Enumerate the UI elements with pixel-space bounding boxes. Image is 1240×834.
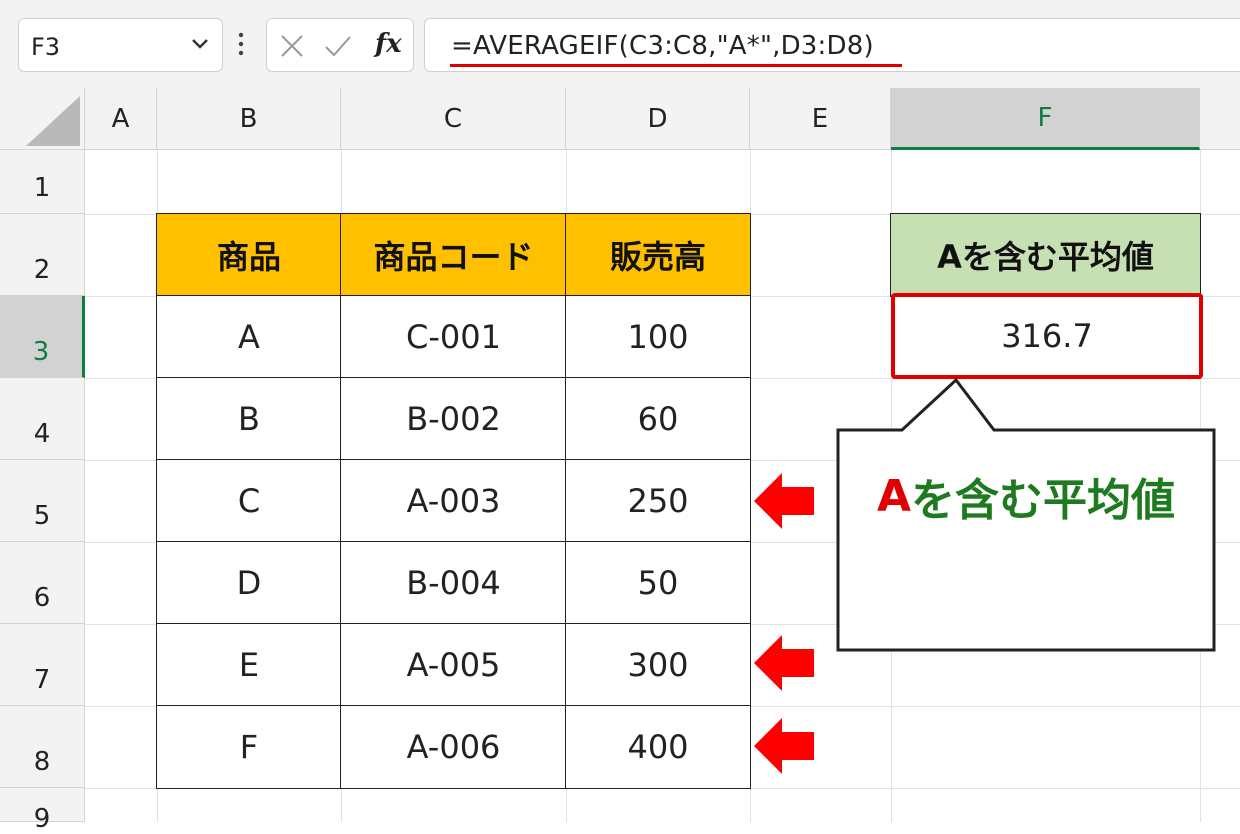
table-cell[interactable]: B-004 (340, 541, 567, 625)
left-arrow-icon (754, 718, 814, 774)
table-cell[interactable]: A-006 (340, 705, 567, 789)
callout-text: A を含む平均値 (838, 430, 1214, 562)
callout-text-rest: を含む平均値 (911, 475, 1176, 526)
row-header-1[interactable]: 1 (0, 150, 85, 214)
table-cell[interactable]: 250 (565, 459, 751, 543)
formula-highlight-underline (450, 64, 902, 67)
left-arrow-icon (754, 473, 814, 529)
table-cell[interactable]: D (156, 541, 342, 625)
table-cell[interactable]: 100 (565, 295, 751, 379)
table-cell[interactable]: F (156, 705, 342, 789)
column-header-g[interactable] (1200, 88, 1240, 150)
table-cell[interactable]: 50 (565, 541, 751, 625)
table-cell[interactable]: B (156, 377, 342, 461)
enter-check-icon[interactable] (323, 33, 353, 59)
table-cell[interactable]: 400 (565, 705, 751, 789)
row-header-4[interactable]: 4 (0, 378, 85, 460)
column-header-d[interactable]: D (566, 88, 750, 150)
formula-text: =AVERAGEIF(C3:C8,"A*",D3:D8) (451, 31, 874, 61)
callout-text-prefix: A (876, 470, 912, 522)
formula-buttons: fx (266, 18, 414, 72)
table-cell[interactable]: A-005 (340, 623, 567, 707)
row-header-2[interactable]: 2 (0, 214, 85, 296)
table-header-sales[interactable]: 販売高 (565, 213, 751, 297)
name-box[interactable]: F3 (18, 18, 223, 72)
table-cell[interactable]: 60 (565, 377, 751, 461)
select-all-corner[interactable] (0, 88, 85, 150)
column-header-a[interactable]: A (85, 88, 157, 150)
cancel-icon[interactable] (279, 33, 305, 59)
insert-function-button[interactable]: fx (375, 29, 402, 59)
table-cell[interactable]: A (156, 295, 342, 379)
name-box-value: F3 (31, 33, 61, 61)
row-header-3[interactable]: 3 (0, 296, 85, 378)
table-cell[interactable]: C-001 (340, 295, 567, 379)
table-cell[interactable]: E (156, 623, 342, 707)
row-header-9[interactable]: 9 (0, 788, 85, 834)
table-cell[interactable]: B-002 (340, 377, 567, 461)
result-value-cell[interactable]: 316.7 (891, 293, 1203, 379)
left-arrow-icon (754, 635, 814, 691)
more-options-icon[interactable] (238, 30, 244, 58)
column-header-b[interactable]: B (157, 88, 341, 150)
table-header-product[interactable]: 商品 (156, 213, 342, 297)
column-header-c[interactable]: C (341, 88, 566, 150)
row-header-6[interactable]: 6 (0, 542, 85, 624)
table-header-product-code[interactable]: 商品コード (340, 213, 567, 297)
row-header-5[interactable]: 5 (0, 460, 85, 542)
column-header-e[interactable]: E (750, 88, 891, 150)
row-header-7[interactable]: 7 (0, 624, 85, 706)
table-cell[interactable]: 300 (565, 623, 751, 707)
result-header[interactable]: Aを含む平均値 (890, 213, 1201, 297)
formula-bar-area: F3 fx =AVERAGEIF(C3:C8,"A*",D3:D8) (0, 0, 1240, 88)
select-all-triangle-icon (26, 96, 80, 146)
column-header-f[interactable]: F (891, 88, 1200, 150)
table-cell[interactable]: C (156, 459, 342, 543)
table-cell[interactable]: A-003 (340, 459, 567, 543)
chevron-down-icon[interactable] (188, 29, 212, 59)
row-header-8[interactable]: 8 (0, 706, 85, 788)
